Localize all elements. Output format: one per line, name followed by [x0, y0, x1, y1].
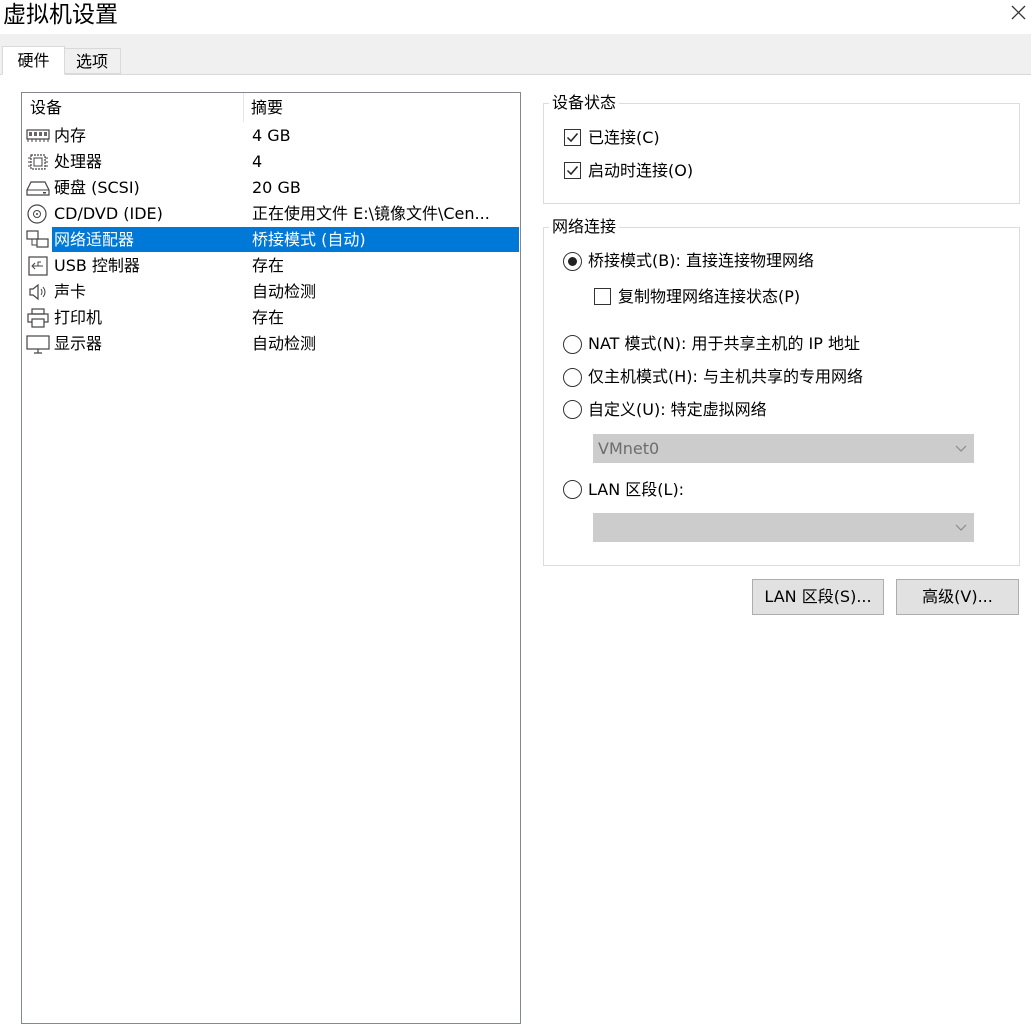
device-row-printer[interactable]: 打印机 存在 [22, 305, 519, 331]
device-name: 硬盘 (SCSI) [54, 178, 140, 197]
device-status-title: 设备状态 [549, 92, 620, 114]
nat-label[interactable]: NAT 模式(N): 用于共享主机的 IP 地址 [588, 333, 860, 355]
lan-segment-radio[interactable] [563, 480, 582, 499]
device-name: 声卡 [54, 282, 87, 301]
printer-icon [27, 308, 49, 328]
lan-segments-button[interactable]: LAN 区段(S)... [752, 579, 884, 615]
device-row-memory[interactable]: 内存 4 GB [22, 123, 519, 149]
host-only-label[interactable]: 仅主机模式(H): 与主机共享的专用网络 [588, 366, 863, 388]
device-row-hard-disk[interactable]: 硬盘 (SCSI) 20 GB [22, 175, 519, 201]
device-summary: 自动检测 [252, 282, 317, 301]
monitor-icon [26, 335, 50, 354]
tab-hardware[interactable]: 硬件 [2, 46, 65, 75]
device-name: CD/DVD (IDE) [54, 204, 163, 223]
chevron-down-icon [955, 445, 967, 452]
network-connection-title: 网络连接 [549, 216, 620, 238]
connect-at-power-on-label[interactable]: 启动时连接(O) [588, 160, 693, 182]
lan-segment-select[interactable] [593, 513, 974, 542]
device-row-sound[interactable]: 声卡 自动检测 [22, 279, 519, 305]
device-name: 内存 [54, 126, 87, 145]
tab-strip [0, 34, 1031, 75]
bridged-radio[interactable] [563, 252, 582, 271]
close-icon [1011, 5, 1026, 20]
device-summary: 存在 [252, 308, 285, 327]
nat-radio[interactable] [563, 335, 582, 354]
column-header-device[interactable]: 设备 [30, 96, 62, 120]
column-divider[interactable] [243, 93, 244, 122]
hard-disk-icon [26, 181, 50, 196]
close-button[interactable] [1006, 0, 1031, 25]
custom-network-value: VMnet0 [598, 439, 660, 458]
device-row-cd-dvd[interactable]: CD/DVD (IDE) 正在使用文件 E:\镜像文件\Cen... [22, 201, 519, 227]
custom-radio[interactable] [563, 400, 582, 419]
checkmark-icon [566, 133, 579, 143]
connect-at-power-on-checkbox[interactable] [564, 162, 581, 179]
checkmark-icon [566, 166, 579, 176]
window-title: 虚拟机设置 [3, 2, 118, 28]
speaker-icon [29, 283, 46, 301]
device-summary: 存在 [252, 256, 285, 275]
connected-label[interactable]: 已连接(C) [588, 127, 660, 149]
device-name: USB 控制器 [54, 256, 140, 275]
cd-dvd-icon [27, 204, 47, 224]
device-summary: 4 [252, 152, 263, 171]
device-name: 处理器 [54, 152, 103, 171]
device-name: 打印机 [54, 308, 103, 327]
host-only-radio[interactable] [563, 368, 582, 387]
network-adapter-icon [26, 230, 49, 248]
device-summary: 正在使用文件 E:\镜像文件\Cen... [252, 204, 490, 223]
device-summary: 自动检测 [252, 334, 317, 353]
device-name: 显示器 [54, 334, 103, 353]
radio-dot [568, 257, 577, 266]
device-row-display[interactable]: 显示器 自动检测 [22, 331, 519, 357]
custom-label[interactable]: 自定义(U): 特定虚拟网络 [588, 399, 767, 421]
advanced-button[interactable]: 高级(V)... [896, 579, 1019, 615]
tab-options[interactable]: 选项 [64, 48, 121, 74]
device-row-usb[interactable]: USB 控制器 存在 [22, 253, 519, 279]
custom-network-select[interactable]: VMnet0 [593, 434, 974, 463]
replicate-state-label[interactable]: 复制物理网络连接状态(P) [618, 286, 800, 308]
usb-icon [28, 256, 48, 276]
chevron-down-icon [955, 524, 967, 531]
cpu-icon [28, 154, 48, 170]
replicate-state-checkbox[interactable] [594, 288, 611, 305]
device-summary: 4 GB [252, 126, 291, 145]
tab-strip-border [0, 74, 1031, 75]
lan-segment-label[interactable]: LAN 区段(L): [588, 479, 684, 501]
device-summary: 桥接模式 (自动) [252, 230, 366, 249]
device-row-processor[interactable]: 处理器 4 [22, 149, 519, 175]
device-row-network-adapter[interactable]: 网络适配器 桥接模式 (自动) [22, 227, 519, 253]
device-status-group [543, 103, 1020, 204]
connected-checkbox[interactable] [564, 129, 581, 146]
memory-icon [26, 129, 50, 142]
bridged-label[interactable]: 桥接模式(B): 直接连接物理网络 [588, 250, 814, 272]
device-name: 网络适配器 [54, 230, 135, 249]
column-header-summary[interactable]: 摘要 [251, 96, 283, 120]
device-summary: 20 GB [252, 178, 301, 197]
title-bar [0, 0, 1031, 34]
